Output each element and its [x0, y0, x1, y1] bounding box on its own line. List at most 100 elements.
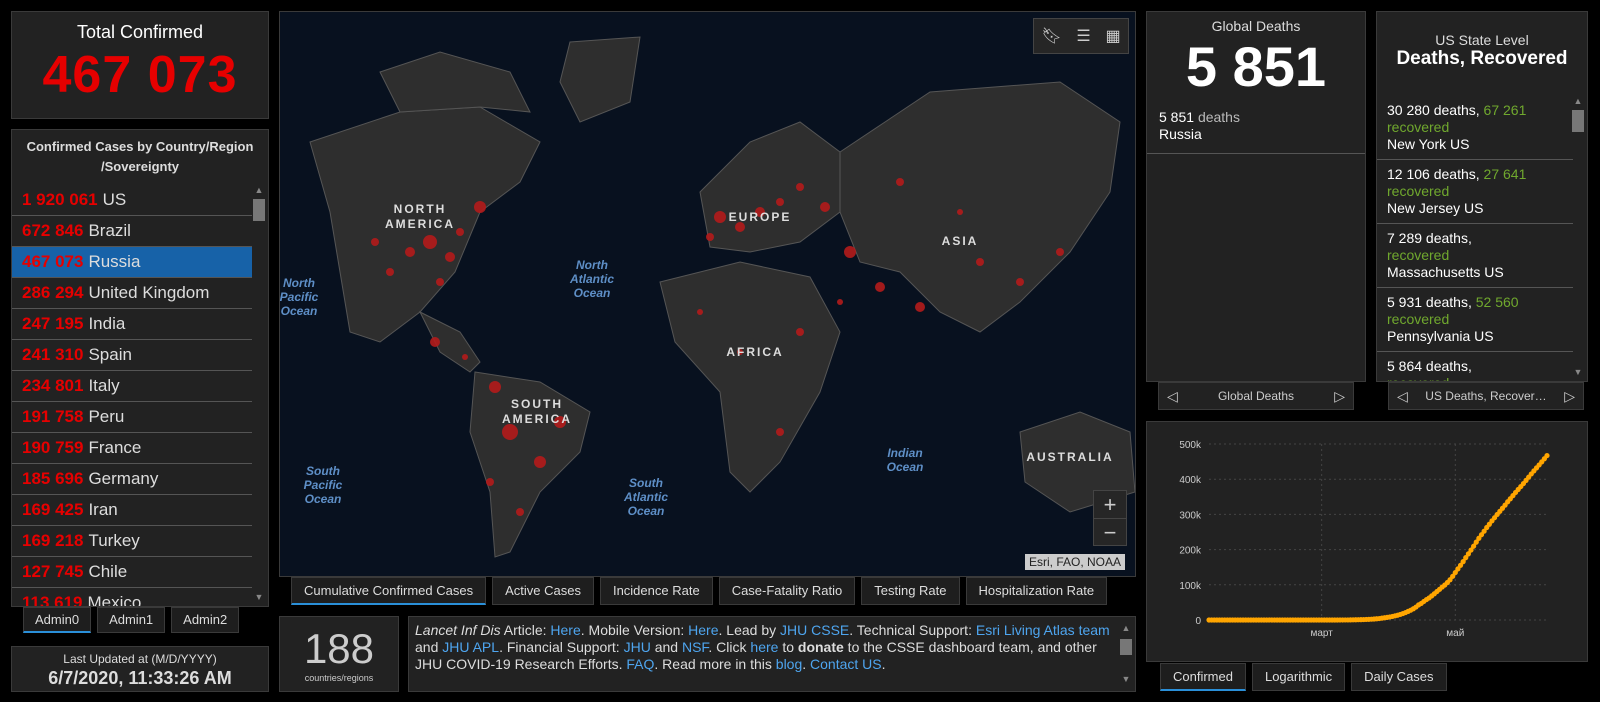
us-state-row[interactable]: 5 864 deaths, recoveredIllinois US	[1377, 352, 1573, 381]
info-read: . Read more in this	[654, 656, 776, 672]
admin-tabs: Admin0 Admin1 Admin2	[23, 607, 240, 633]
tab-incidence-rate[interactable]: Incidence Rate	[599, 577, 713, 605]
tab-cumulative-confirmed[interactable]: Cumulative Confirmed Cases	[291, 577, 487, 605]
basemap-gallery-icon[interactable]: ▦	[1105, 26, 1120, 46]
country-row[interactable]: 1 920 061 US	[12, 185, 252, 216]
scroll-down-icon[interactable]: ▼	[1571, 367, 1585, 379]
esri-link[interactable]: Esri Living Atlas team	[976, 622, 1110, 638]
deaths-count: 5 851	[1159, 109, 1195, 125]
mobile-link[interactable]: Here	[688, 622, 718, 638]
country-count: 190 759	[22, 438, 84, 457]
scroll-down-icon[interactable]: ▼	[252, 592, 266, 604]
info-click: . Click	[708, 639, 751, 655]
us-list-scrollbar[interactable]: ▲ ▼	[1571, 96, 1585, 379]
us-recovered-label: recovered	[1387, 375, 1449, 381]
tab-testing-rate[interactable]: Testing Rate	[861, 577, 960, 605]
info-and2: and	[650, 639, 682, 655]
scroll-up-icon[interactable]: ▲	[252, 185, 266, 197]
tab-logarithmic[interactable]: Logarithmic	[1251, 663, 1346, 691]
country-row[interactable]: 185 696 Germany	[12, 464, 252, 495]
tab-active-cases[interactable]: Active Cases	[492, 577, 594, 605]
jhu-link[interactable]: JHU	[624, 639, 651, 655]
country-row[interactable]: 169 218 Turkey	[12, 526, 252, 557]
us-state-row[interactable]: 7 289 deaths, recovered Massachusetts US	[1377, 224, 1573, 288]
bookmark-icon[interactable]: 🔖︎	[1041, 26, 1061, 46]
country-row[interactable]: 241 310 Spain	[12, 340, 252, 371]
tab-admin2[interactable]: Admin2	[171, 607, 240, 633]
scroll-thumb[interactable]	[253, 199, 265, 221]
data-point[interactable]	[1544, 452, 1550, 459]
scroll-thumb[interactable]	[1572, 110, 1584, 132]
chart-tabs: Confirmed Logarithmic Daily Cases	[1160, 663, 1447, 691]
us-state-name: New York US	[1387, 136, 1470, 152]
prev-arrow-icon[interactable]: ◁	[1397, 388, 1408, 405]
label-south-atlantic: South Atlantic Ocean	[623, 476, 668, 518]
paginator-label: US Deaths, Recover…	[1425, 389, 1547, 403]
here-link[interactable]: here	[750, 639, 778, 655]
us-recovered-label: recovered	[1387, 311, 1450, 327]
map-attribution: Esri, FAO, NOAA	[1024, 554, 1125, 570]
world-map[interactable]: NORTH AMERICA EUROPE ASIA AFRICA SOUTH A…	[279, 11, 1136, 577]
tab-confirmed[interactable]: Confirmed	[1160, 663, 1246, 691]
label-australia: AUSTRALIA	[1026, 450, 1114, 464]
tab-case-fatality[interactable]: Case-Fatality Ratio	[718, 577, 856, 605]
country-row[interactable]: 190 759 France	[12, 433, 252, 464]
us-state-title: US State Level	[1435, 32, 1529, 48]
country-row[interactable]: 127 745 Chile	[12, 557, 252, 588]
scroll-up-icon[interactable]: ▲	[1119, 620, 1133, 637]
tab-admin0[interactable]: Admin0	[23, 607, 92, 633]
tab-daily-cases[interactable]: Daily Cases	[1351, 663, 1447, 691]
next-arrow-icon[interactable]: ▷	[1334, 388, 1345, 405]
country-row[interactable]: 467 073 Russia	[12, 247, 252, 278]
countries-count-label: countries/regions	[304, 673, 374, 683]
country-count: 191 758	[22, 407, 84, 426]
legend-list-icon[interactable]: ☰	[1076, 26, 1090, 46]
country-row[interactable]: 113 619 Mexico	[12, 588, 252, 606]
us-state-row[interactable]: 5 931 deaths, 52 560 recovered Pennsylvani…	[1377, 288, 1573, 352]
country-list-scrollbar[interactable]: ▲ ▼	[252, 185, 266, 604]
jhu-csse-link[interactable]: JHU CSSE	[780, 622, 849, 638]
confirmed-chart: 0 100k 200k 300k 400k 500k март май	[1179, 440, 1550, 639]
deaths-list-item[interactable]: 5 851 deaths Russia	[1147, 99, 1365, 154]
y-tick-label: 200k	[1179, 546, 1202, 557]
country-row[interactable]: 234 801 Italy	[12, 371, 252, 402]
us-state-name: New Jersey US	[1387, 200, 1484, 216]
tab-hospitalization-rate[interactable]: Hospitalization Rate	[965, 577, 1108, 605]
scroll-up-icon[interactable]: ▲	[1571, 96, 1585, 108]
faq-link[interactable]: FAQ	[626, 656, 654, 672]
next-arrow-icon[interactable]: ▷	[1564, 388, 1575, 405]
country-name: Turkey	[88, 531, 140, 550]
country-row[interactable]: 191 758 Peru	[12, 402, 252, 433]
scroll-down-icon[interactable]: ▼	[1119, 671, 1133, 688]
tab-admin1[interactable]: Admin1	[97, 607, 166, 633]
us-state-row[interactable]: 12 106 deaths, 27 641 recovered New Jersey…	[1377, 160, 1573, 224]
country-row[interactable]: 247 195 India	[12, 309, 252, 340]
us-deaths: 7 289 deaths,	[1387, 230, 1472, 246]
jhu-apl-link[interactable]: JHU APL	[442, 639, 499, 655]
zoom-out-button[interactable]: −	[1094, 518, 1126, 545]
country-count: 672 846	[22, 221, 84, 240]
us-deaths: 5 864 deaths,	[1387, 358, 1472, 374]
country-row[interactable]: 169 425 Iran	[12, 495, 252, 526]
country-row[interactable]: 286 294 United Kingdom	[12, 278, 252, 309]
contact-link[interactable]: Contact US	[810, 656, 882, 672]
x-tick-label: март	[1310, 628, 1333, 639]
nsf-link[interactable]: NSF	[682, 639, 708, 655]
us-state-list: 30 280 deaths, 67 261 recovered New York U…	[1377, 96, 1573, 381]
blog-link[interactable]: blog	[776, 656, 802, 672]
us-deaths: 30 280 deaths,	[1387, 102, 1480, 118]
scroll-thumb[interactable]	[1120, 639, 1132, 655]
label-south-pacific: South Pacific Ocean	[303, 464, 343, 506]
prev-arrow-icon[interactable]: ◁	[1167, 388, 1178, 405]
zoom-in-button[interactable]: +	[1094, 491, 1126, 518]
article-link[interactable]: Here	[550, 622, 580, 638]
us-recovered-label: recovered	[1387, 183, 1450, 199]
country-row[interactable]: 672 846 Brazil	[12, 216, 252, 247]
last-updated-panel: Last Updated at (M/D/YYYY) 6/7/2020, 11:…	[11, 646, 269, 692]
y-tick-label: 0	[1195, 616, 1201, 627]
country-name: Spain	[88, 345, 132, 364]
info-panel: Lancet Inf Dis Article: Here. Mobile Ver…	[408, 616, 1136, 692]
info-scrollbar[interactable]: ▲ ▼	[1119, 620, 1133, 688]
us-state-row[interactable]: 30 280 deaths, 67 261 recovered New York U…	[1377, 96, 1573, 160]
country-name: United Kingdom	[88, 283, 210, 302]
